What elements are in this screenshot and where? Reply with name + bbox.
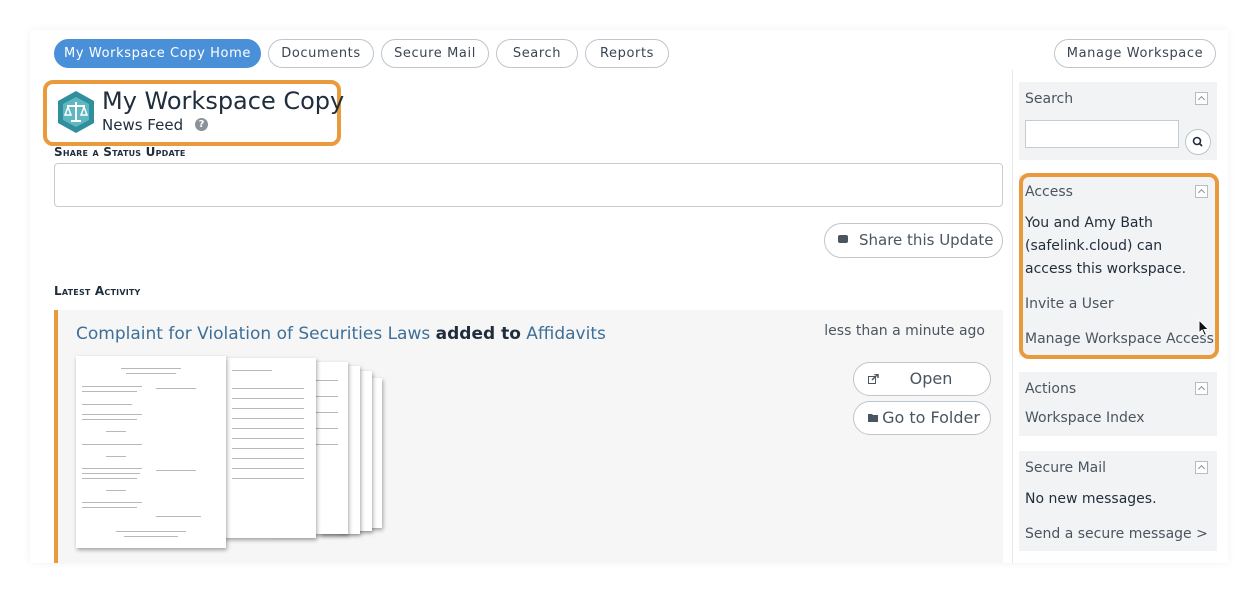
- share-update-button[interactable]: Share this Update: [824, 223, 1003, 258]
- share-update-label: Share this Update: [859, 231, 994, 249]
- status-update-input[interactable]: [54, 163, 1003, 207]
- activity-folder-link[interactable]: Affidavits: [526, 324, 606, 344]
- go-to-folder-label: Go to Folder: [882, 408, 980, 427]
- collapse-search-icon[interactable]: [1195, 92, 1208, 105]
- activity-item: Complaint for Violation of Securities La…: [54, 310, 1003, 563]
- open-document-label: Open: [909, 369, 953, 388]
- nav-search-button[interactable]: Search: [496, 39, 578, 68]
- search-panel: Search: [1019, 82, 1217, 160]
- nav-reports-button[interactable]: Reports: [585, 39, 669, 68]
- status-update-label: Share a Status Update: [54, 145, 186, 159]
- activity-timestamp: less than a minute ago: [824, 323, 985, 339]
- access-highlight: [1019, 173, 1219, 359]
- latest-activity-label: Latest Activity: [54, 284, 141, 298]
- secure-mail-panel-heading: Secure Mail: [1025, 460, 1107, 476]
- mouse-cursor-icon: [1198, 319, 1210, 337]
- sidebar-search-input[interactable]: [1025, 120, 1179, 148]
- page-subtitle: News Feed: [102, 116, 184, 134]
- actions-panel-heading: Actions: [1025, 381, 1077, 397]
- collapse-actions-icon[interactable]: [1195, 382, 1208, 395]
- workspace-logo-icon: [58, 91, 94, 133]
- workspace-index-link[interactable]: Workspace Index: [1025, 410, 1145, 426]
- workspace-window: My Workspace Copy Home Documents Secure …: [30, 30, 1228, 563]
- comment-icon: [838, 235, 848, 243]
- activity-verb: added to: [435, 324, 521, 344]
- search-submit-button[interactable]: [1185, 129, 1211, 155]
- document-thumbnail[interactable]: [76, 356, 406, 556]
- go-to-folder-button[interactable]: Go to Folder: [853, 401, 991, 435]
- collapse-secure-mail-icon[interactable]: [1195, 461, 1208, 474]
- manage-workspace-button[interactable]: Manage Workspace: [1054, 39, 1216, 68]
- nav-home-button[interactable]: My Workspace Copy Home: [54, 39, 261, 68]
- open-document-button[interactable]: Open: [853, 362, 991, 396]
- nav-secure-mail-button[interactable]: Secure Mail: [381, 39, 489, 68]
- send-secure-message-link[interactable]: Send a secure message >: [1025, 526, 1208, 542]
- actions-panel: Actions Workspace Index: [1019, 372, 1217, 436]
- page-title: My Workspace Copy: [102, 87, 345, 115]
- secure-mail-panel: Secure Mail No new messages. Send a secu…: [1019, 451, 1217, 551]
- nav-documents-button[interactable]: Documents: [268, 39, 374, 68]
- activity-title: Complaint for Violation of Securities La…: [76, 324, 606, 344]
- help-icon[interactable]: ?: [195, 118, 208, 131]
- search-icon: [1192, 136, 1203, 147]
- sidebar-divider: [1012, 70, 1013, 563]
- secure-mail-status: No new messages.: [1025, 491, 1157, 507]
- search-panel-heading: Search: [1025, 91, 1074, 107]
- activity-document-link[interactable]: Complaint for Violation of Securities La…: [76, 324, 430, 344]
- workspace-header: My Workspace Copy News Feed ?: [43, 80, 345, 146]
